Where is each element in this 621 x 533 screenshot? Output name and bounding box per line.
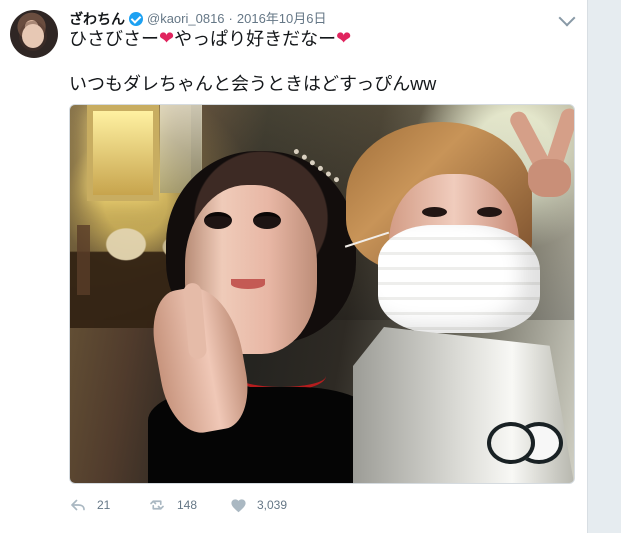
retweet-count: 148 [177,498,198,512]
reply-icon [71,499,85,511]
like-button[interactable]: 3,039 [230,494,320,516]
verified-icon [129,12,143,26]
tweet-photo[interactable] [69,104,575,484]
right-person-eye [477,207,502,217]
gray-cardigan [353,327,574,483]
reply-count: 21 [97,498,111,512]
display-name[interactable]: ざわちん [69,10,125,28]
heart-emoji-icon: ❤ [159,28,175,48]
peace-sign-hand [507,105,574,200]
heart-icon [231,499,246,513]
browser-page: ざわちん @kaori_0816 · 2016年10月6日 ひさびさー❤やっぱり… [0,0,621,533]
right-person-eye [422,207,447,217]
retweet-button[interactable]: 148 [147,494,230,516]
left-person-eye [253,212,281,229]
like-count: 3,039 [257,498,288,512]
reply-button[interactable]: 21 [69,494,147,516]
tweet-card: ざわちん @kaori_0816 · 2016年10月6日 ひさびさー❤やっぱり… [0,0,588,533]
shirt-print [487,422,535,464]
metadata-separator: · [228,11,233,26]
avatar[interactable] [10,10,58,58]
chevron-down-icon[interactable] [558,9,576,27]
left-person-eye [204,212,232,229]
tweet-timestamp[interactable]: 2016年10月6日 [237,10,327,28]
tweet-text-line-1: ひさびさー❤やっぱり好きだなー❤ [69,27,574,51]
tweet-text-part: ひさびさー [69,29,159,49]
tweet-actions: 21 148 3,039 [69,494,569,516]
tweet-text-part: やっぱり好きだなー [174,29,337,49]
tweet-text-line-2: いつもダレちゃんと会うときはどすっぴんww [69,74,437,94]
heart-emoji-icon: ❤ [336,28,352,48]
user-handle[interactable]: @kaori_0816 [147,10,225,28]
left-person-lips [231,279,265,289]
face-mask [378,225,540,333]
peace-palm [528,159,571,197]
retweet-icon [150,500,164,510]
